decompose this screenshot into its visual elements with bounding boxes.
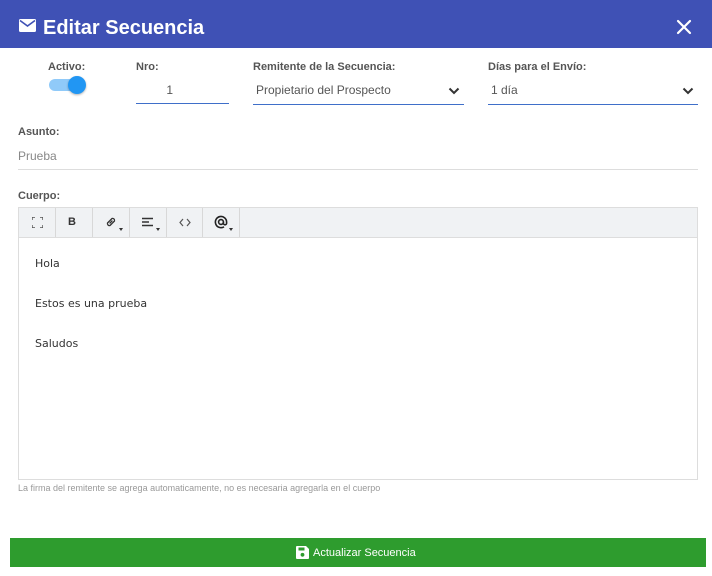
dialog-header: Editar Secuencia xyxy=(0,0,712,48)
dialog-title: Editar Secuencia xyxy=(43,17,205,39)
editor-line: Saludos xyxy=(35,337,79,350)
signature-hint: La firma del remitente se agrega automat… xyxy=(18,483,381,493)
remitente-label: Remitente de la Secuencia: xyxy=(253,61,396,73)
dropdown-caret-icon xyxy=(156,228,160,231)
remitente-select[interactable]: Propietario del Prospecto xyxy=(253,79,464,105)
link-icon xyxy=(106,217,116,227)
bold-label: B xyxy=(68,216,76,228)
code-button[interactable] xyxy=(167,208,203,237)
remitente-value: Propietario del Prospecto xyxy=(256,83,391,97)
chevron-down-icon xyxy=(448,87,460,95)
align-icon xyxy=(142,217,153,227)
fullscreen-icon xyxy=(32,217,43,228)
update-sequence-label: Actualizar Secuencia xyxy=(313,547,416,559)
close-icon[interactable] xyxy=(675,18,693,36)
nro-input[interactable]: 1 xyxy=(136,80,229,104)
rich-text-editor[interactable]: B Hola Estos es una prueba Saludos xyxy=(18,207,698,480)
link-button[interactable] xyxy=(93,208,130,237)
asunto-input[interactable]: Prueba xyxy=(18,146,698,170)
editor-toolbar: B xyxy=(19,208,697,238)
cuerpo-label: Cuerpo: xyxy=(18,190,61,202)
activo-toggle[interactable] xyxy=(49,76,86,94)
dropdown-caret-icon xyxy=(119,228,123,231)
editor-line: Hola xyxy=(35,257,60,270)
save-icon xyxy=(296,546,309,559)
dias-value: 1 día xyxy=(491,83,518,97)
update-sequence-button[interactable]: Actualizar Secuencia xyxy=(10,538,706,567)
nro-label: Nro: xyxy=(136,61,159,73)
asunto-label: Asunto: xyxy=(18,126,60,138)
dias-select[interactable]: 1 día xyxy=(488,79,698,105)
fullscreen-button[interactable] xyxy=(19,208,56,237)
mention-icon xyxy=(214,215,228,229)
mention-button[interactable] xyxy=(203,208,240,237)
chevron-down-icon xyxy=(682,87,694,95)
activo-label: Activo: xyxy=(48,61,86,73)
dias-label: Días para el Envío: xyxy=(488,61,587,73)
mail-icon xyxy=(19,19,36,32)
toggle-knob xyxy=(68,76,86,94)
align-button[interactable] xyxy=(130,208,167,237)
bold-button[interactable]: B xyxy=(56,208,93,237)
dropdown-caret-icon xyxy=(229,228,233,231)
editor-line: Estos es una prueba xyxy=(35,297,148,310)
code-icon xyxy=(179,218,191,227)
